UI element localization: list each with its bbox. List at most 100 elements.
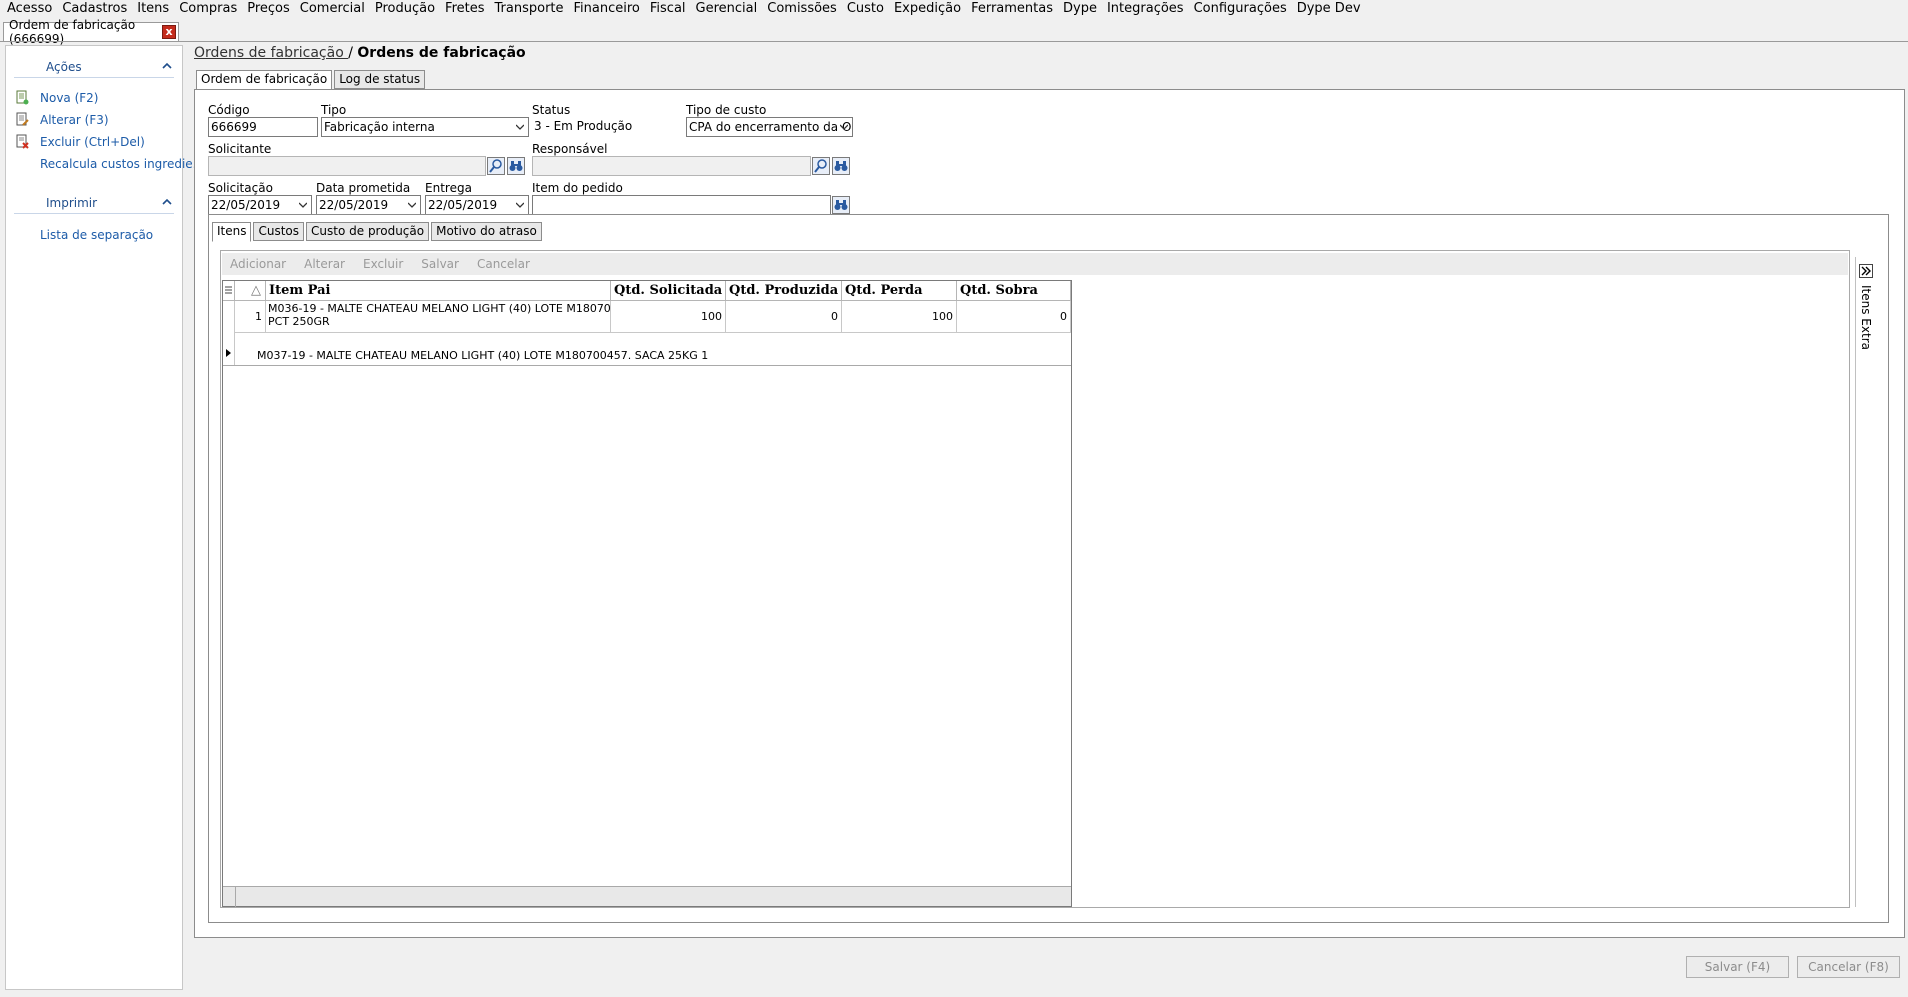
col-qtd-perda[interactable]: Qtd. Perda — [842, 281, 957, 301]
col-qtd-solicitada[interactable]: Qtd. Solicitada — [611, 281, 726, 301]
close-tab-button[interactable]: x — [162, 25, 176, 39]
alterar-button[interactable]: Alterar — [304, 257, 345, 271]
entrega-value: 22/05/2019 — [428, 198, 498, 212]
responsavel-label: Responsável — [532, 142, 608, 156]
menu-ferramentas[interactable]: Ferramentas — [967, 0, 1059, 17]
qtd-produzida-cell[interactable]: 0 — [726, 301, 842, 333]
chevron-down-icon — [516, 124, 524, 130]
chevron-down-icon — [840, 124, 848, 130]
tab-motivo-atraso[interactable]: Motivo do atraso — [431, 222, 542, 241]
qtd-solicitada-cell[interactable]: 100 — [611, 301, 726, 333]
tipo-label: Tipo — [321, 103, 347, 117]
menu-compras[interactable]: Compras — [175, 0, 243, 17]
menu-precos[interactable]: Preços — [243, 0, 296, 17]
document-tab[interactable]: Ordem de fabricação (666699) x — [3, 18, 179, 46]
menu-dype-dev[interactable]: Dype Dev — [1293, 0, 1367, 17]
adicionar-button[interactable]: Adicionar — [230, 257, 286, 271]
data-prometida-date[interactable]: 22/05/2019 — [316, 195, 421, 215]
binoculars-button[interactable] — [832, 196, 850, 214]
column-chooser-icon — [225, 286, 232, 294]
search-button[interactable] — [812, 157, 830, 175]
menu-financeiro[interactable]: Financeiro — [570, 0, 646, 17]
new-doc-icon — [16, 90, 29, 105]
menu-producao[interactable]: Produção — [371, 0, 441, 17]
menu-cadastros[interactable]: Cadastros — [58, 0, 133, 17]
item-pai-line1: M036-19 - MALTE CHATEAU MELANO LIGHT (40… — [268, 302, 611, 315]
breadcrumb-link[interactable]: Ordens de fabricação — [194, 45, 348, 61]
detail-divider — [223, 365, 1071, 366]
imprimir-section-header[interactable]: Imprimir — [6, 192, 182, 214]
solicitacao-date[interactable]: 22/05/2019 — [208, 195, 312, 215]
status-value: 3 - Em Produção — [534, 119, 633, 133]
save-button[interactable]: Salvar (F4) — [1686, 956, 1789, 978]
entrega-date[interactable]: 22/05/2019 — [425, 195, 529, 215]
binoculars-icon — [834, 161, 848, 171]
col-qtd-sobra[interactable]: Qtd. Sobra — [957, 281, 1071, 301]
tab-custo-producao[interactable]: Custo de produção — [306, 222, 430, 241]
responsavel-field[interactable] — [532, 156, 811, 176]
cancelar-button[interactable]: Cancelar — [477, 257, 530, 271]
col-qtd-produzida[interactable]: Qtd. Produzida — [726, 281, 842, 301]
cancel-button[interactable]: Cancelar (F8) — [1797, 956, 1900, 978]
menu-configuracoes[interactable]: Configurações — [1190, 0, 1293, 17]
action-nova[interactable]: Nova (F2) — [6, 88, 182, 108]
action-alterar-label: Alterar (F3) — [40, 113, 109, 127]
item-pedido-field[interactable] — [532, 195, 831, 215]
qtd-perda-cell[interactable]: 100 — [842, 301, 957, 333]
menu-dype[interactable]: Dype — [1059, 0, 1103, 17]
tab-custos[interactable]: Custos — [253, 222, 305, 241]
column-chooser[interactable] — [223, 281, 235, 301]
solicitante-label: Solicitante — [208, 142, 272, 156]
chevron-down-icon — [516, 202, 524, 208]
delete-doc-icon — [16, 134, 29, 149]
items-grid: △ Item Pai Qtd. Solicitada Qtd. Produzid… — [222, 280, 1072, 907]
tipo-select[interactable]: Fabricação interna — [321, 117, 529, 137]
menu-comercial[interactable]: Comercial — [296, 0, 371, 17]
tab-log-status[interactable]: Log de status — [334, 70, 426, 89]
expand-button[interactable] — [1859, 264, 1873, 278]
chevron-up-icon[interactable] — [160, 195, 174, 209]
qtd-sobra-cell[interactable]: 0 — [957, 301, 1071, 333]
tab-ordem-fabricacao[interactable]: Ordem de fabricação — [196, 70, 333, 90]
print-lista-separacao[interactable]: Lista de separação — [6, 225, 182, 245]
action-recalcula[interactable]: Recalcula custos ingredie... — [6, 154, 204, 174]
menu-fiscal[interactable]: Fiscal — [646, 0, 692, 17]
action-excluir[interactable]: Excluir (Ctrl+Del) — [6, 132, 182, 152]
solicitante-field[interactable] — [208, 156, 486, 176]
action-alterar[interactable]: Alterar (F3) — [6, 110, 182, 130]
menu-itens[interactable]: Itens — [133, 0, 175, 17]
codigo-field[interactable]: 666699 — [208, 117, 318, 137]
print-lista-separacao-label: Lista de separação — [40, 228, 154, 242]
itens-extra-label: Itens Extra — [1859, 285, 1873, 350]
salvar-button[interactable]: Salvar — [421, 257, 459, 271]
section-divider — [14, 213, 174, 214]
acoes-section-header[interactable]: Ações — [6, 56, 182, 78]
binoculars-button[interactable] — [832, 157, 850, 175]
chevron-up-icon[interactable] — [160, 59, 174, 73]
tipo-custo-select[interactable]: CPA do encerramento da OF — [686, 117, 853, 137]
main-tabs: Ordem de fabricação Log de status — [196, 70, 427, 90]
menu-acesso[interactable]: Acesso — [3, 0, 58, 17]
row-selector[interactable] — [223, 301, 235, 366]
menu-fretes[interactable]: Fretes — [441, 0, 490, 17]
menu-expedicao[interactable]: Expedição — [890, 0, 967, 17]
page-title: Ordens de fabricação — [357, 45, 526, 61]
col-item-pai[interactable]: Item Pai — [266, 281, 611, 301]
left-panel: Ações Nova (F2) Alterar (F3) Excluir (Ct… — [5, 45, 204, 990]
menu-gerencial[interactable]: Gerencial — [692, 0, 764, 17]
menu-custo[interactable]: Custo — [843, 0, 890, 17]
binoculars-icon — [834, 200, 848, 210]
menu-transporte[interactable]: Transporte — [491, 0, 570, 17]
binoculars-button[interactable] — [507, 157, 525, 175]
current-row-arrow-icon — [226, 349, 231, 357]
item-pai-cell[interactable]: M036-19 - MALTE CHATEAU MELANO LIGHT (40… — [266, 301, 611, 333]
data-prometida-label: Data prometida — [316, 181, 411, 195]
menu-comissoes[interactable]: Comissões — [763, 0, 843, 17]
tab-itens[interactable]: Itens — [212, 222, 252, 242]
menu-integracoes[interactable]: Integrações — [1103, 0, 1190, 17]
acoes-title: Ações — [46, 60, 82, 74]
itens-extra-panel[interactable]: Itens Extra — [1855, 257, 1877, 907]
sort-indicator[interactable]: △ — [235, 281, 266, 301]
search-button[interactable] — [487, 157, 505, 175]
excluir-button[interactable]: Excluir — [363, 257, 403, 271]
